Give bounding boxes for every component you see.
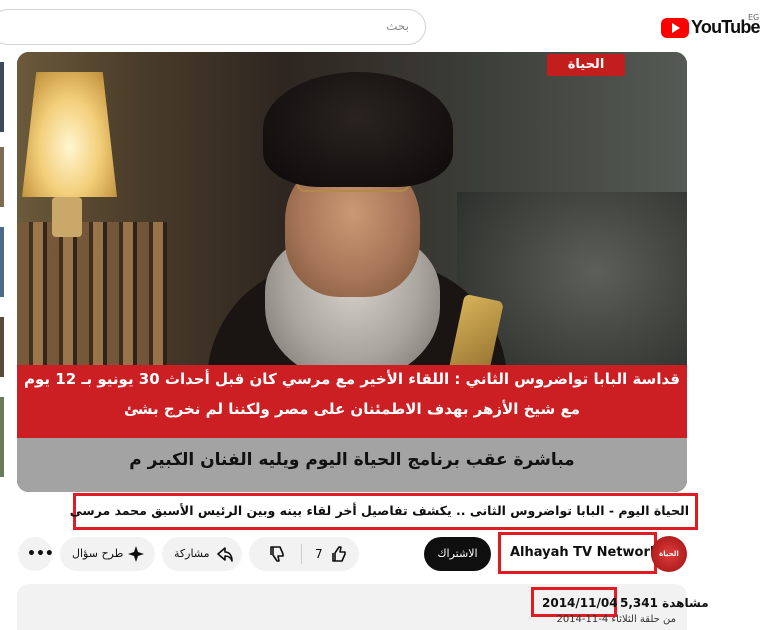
left-thumbnail-strip — [0, 52, 4, 492]
speaker-hat — [263, 72, 453, 187]
share-icon — [217, 547, 233, 562]
caption-line-1: قداسة البابا تواضروس الثاني : اللقاء الأ… — [24, 370, 680, 388]
search-input[interactable]: بحث — [0, 9, 426, 45]
lamp — [22, 72, 117, 197]
youtube-logo[interactable]: YouTube EG — [661, 13, 771, 41]
subscribe-button[interactable]: الاشتراك — [424, 537, 491, 571]
upload-date: 2014/11/04 — [542, 596, 618, 610]
like-dislike-group: 7 — [249, 537, 359, 571]
channel-name[interactable]: Alhayah TV Network — [510, 545, 659, 560]
masthead: بحث YouTube EG — [0, 0, 773, 52]
like-icon[interactable] — [329, 544, 349, 564]
video-title: الحياة اليوم - البابا تواضروس الثانى .. … — [69, 503, 689, 518]
ask-button[interactable]: طرح سؤال — [60, 537, 155, 571]
description-text: من حلقة الثلاثاء 4-11-2014 — [556, 614, 676, 625]
ask-label: طرح سؤال — [72, 547, 124, 560]
share-button[interactable]: مشاركة — [162, 537, 242, 571]
youtube-play-icon — [661, 18, 689, 38]
channel-name-highlight: Alhayah TV Network — [498, 532, 659, 574]
region-code: EG — [748, 13, 760, 22]
more-actions-button[interactable]: ••• — [18, 537, 54, 571]
more-icon: ••• — [27, 546, 54, 562]
share-label: مشاركة — [174, 547, 210, 560]
bookshelf — [17, 222, 167, 372]
channel-avatar[interactable]: الحياة — [651, 536, 687, 572]
like-count[interactable]: 7 — [315, 547, 323, 561]
dislike-icon[interactable] — [267, 544, 287, 564]
caption-line-2: مع شيخ الأزهر بهدف الاطمئنان على مصر ولك… — [123, 400, 581, 418]
search-placeholder: بحث — [386, 19, 409, 33]
sparkle-icon — [128, 546, 144, 562]
view-count: 5,341 مشاهدة — [620, 596, 709, 610]
ticker-text: مباشرة عقب برنامج الحياة اليوم ويليه الف… — [129, 450, 575, 470]
upload-date-highlight: 2014/11/04 — [531, 587, 618, 617]
video-title-highlight: الحياة اليوم - البابا تواضروس الثانى .. … — [69, 493, 698, 530]
video-player[interactable]: الحياة قداسة البابا تواضروس الثاني : الل… — [17, 52, 687, 492]
channel-watermark-logo: الحياة — [547, 54, 625, 76]
